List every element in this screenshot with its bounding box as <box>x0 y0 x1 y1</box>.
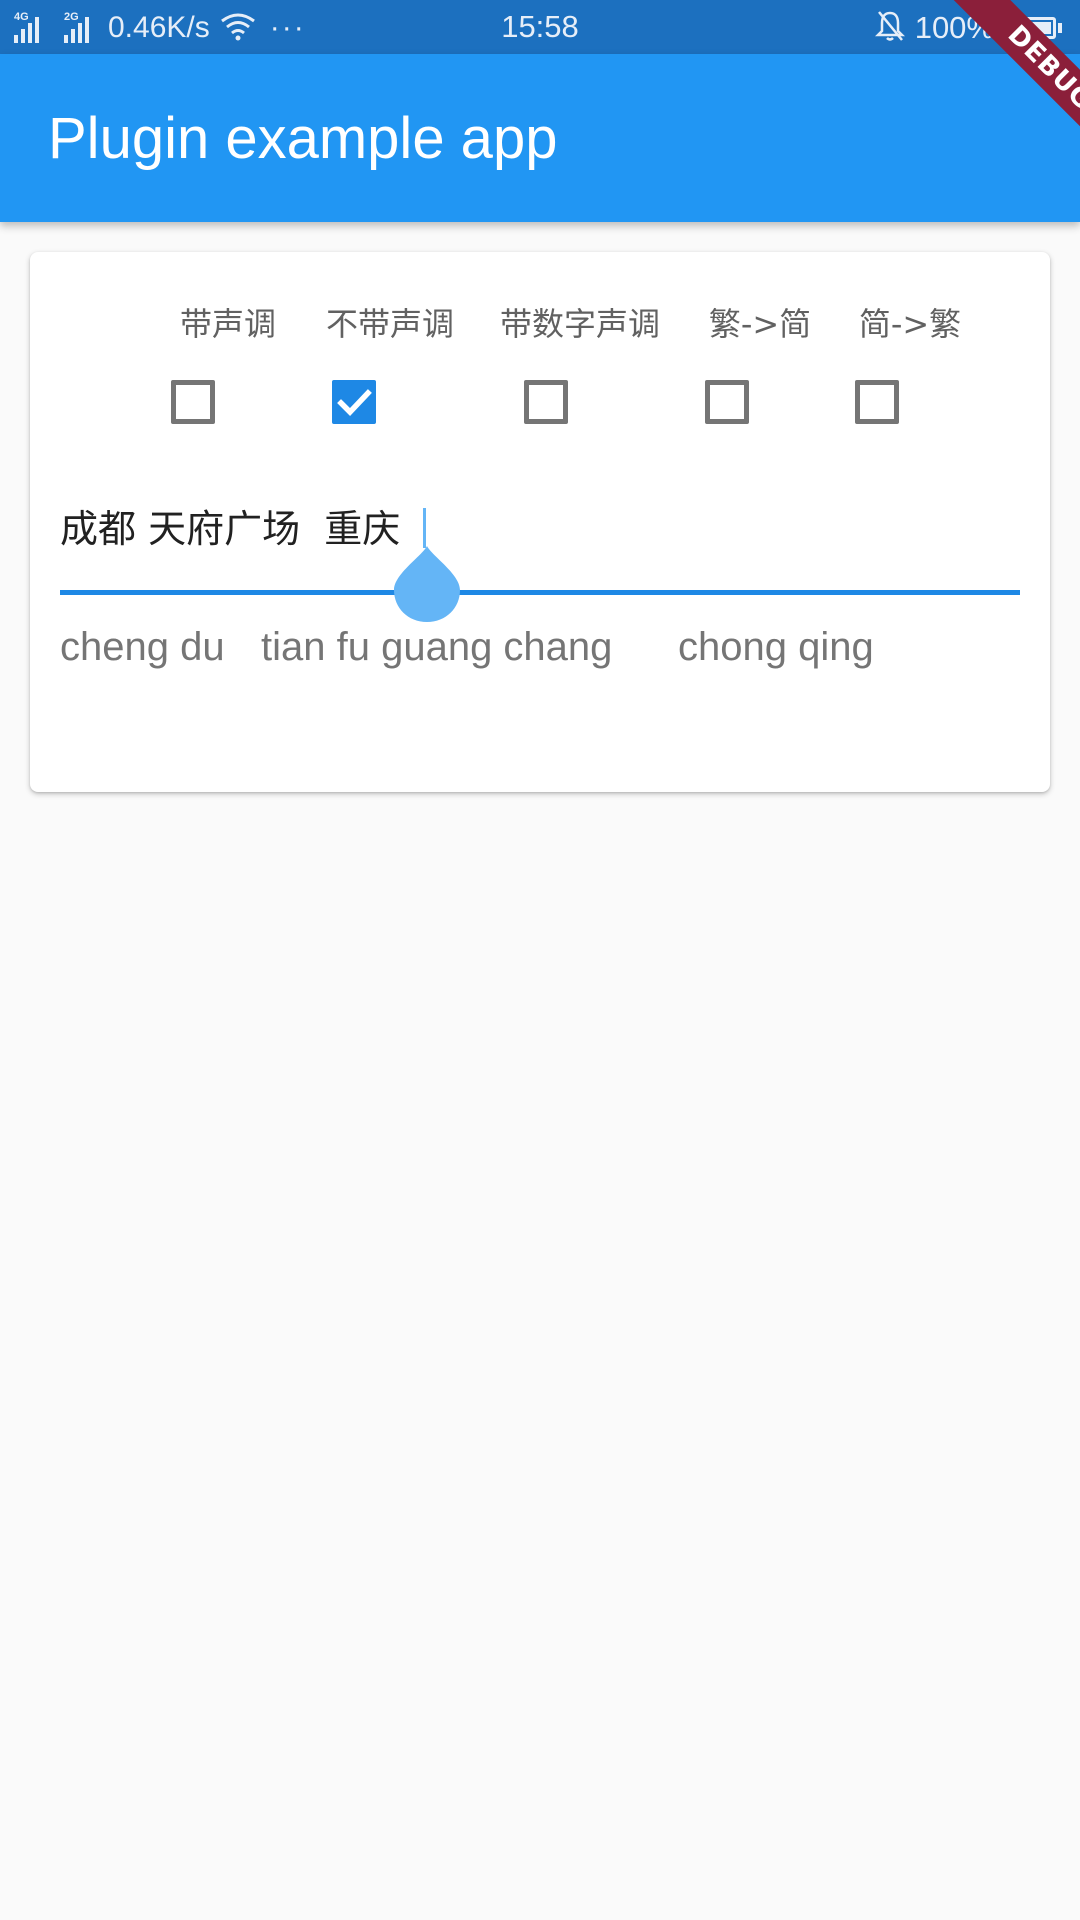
status-right: 100% <box>874 8 1062 48</box>
battery-percent: 100% <box>914 10 994 45</box>
converter-card: 带声调 不带声调 带数字声调 繁->简 简->繁 成都 天府广场 重庆 chen… <box>30 252 1050 792</box>
checkbox-no-tone[interactable] <box>332 380 376 424</box>
pinyin-result-3: chong qing <box>678 625 874 669</box>
pinyin-result-1: cheng du <box>60 625 225 669</box>
checkbox-tone[interactable] <box>171 380 215 424</box>
option-numeric-tone: 带数字声调 <box>460 308 700 340</box>
checkmark-icon <box>337 389 372 416</box>
checkbox-trad-to-simp[interactable] <box>705 380 749 424</box>
text-selection-handle[interactable] <box>394 544 460 624</box>
battery-icon <box>1004 17 1062 39</box>
option-label-simp-to-trad: 简->繁 <box>858 305 962 343</box>
option-trad-to-simp: 繁->简 <box>680 308 840 340</box>
option-label-trad-to-simp: 繁->简 <box>708 305 812 343</box>
status-bar: 4G 2G 0.46K/s ··· 15:58 100% <box>0 0 1080 54</box>
text-cursor <box>423 508 426 548</box>
option-simp-to-trad: 简->繁 <box>830 308 990 340</box>
chinese-text-input[interactable]: 成都 天府广场 重庆 <box>60 510 400 548</box>
pinyin-result-2: tian fu guang chang <box>261 625 613 669</box>
checkbox-simp-to-trad[interactable] <box>855 380 899 424</box>
option-label-numeric-tone: 带数字声调 <box>499 305 660 343</box>
bell-muted-icon <box>874 10 905 47</box>
app-bar: Plugin example app <box>0 54 1080 222</box>
checkbox-numeric-tone[interactable] <box>524 380 568 424</box>
input-underline <box>60 590 1020 595</box>
page-title: Plugin example app <box>48 106 558 171</box>
